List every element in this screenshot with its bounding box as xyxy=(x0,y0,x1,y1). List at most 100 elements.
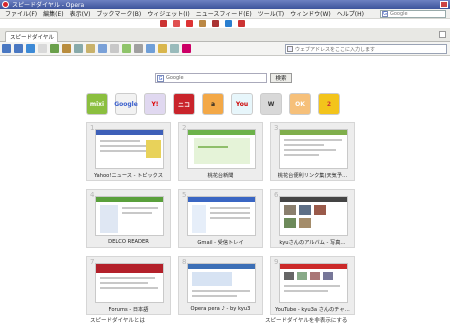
speed-dial-page: G Google 検索 mixi Google Y! ニコ a You W OK… xyxy=(0,57,450,327)
menu-help[interactable]: ヘルプ(H) xyxy=(334,9,367,18)
menu-bookmarks[interactable]: ブックマーク(B) xyxy=(93,9,144,18)
dial-caption: Yahoo!ニュース - トピックス xyxy=(94,173,163,179)
opera-logo-icon xyxy=(2,1,9,8)
menu-tools[interactable]: ツール(T) xyxy=(255,9,287,18)
address-bar[interactable]: ウェブアドレスをここに入力します xyxy=(285,44,447,54)
menu-view[interactable]: 表示(V) xyxy=(67,9,94,18)
amazon-icon[interactable]: a xyxy=(202,93,224,115)
tool-icon-5[interactable] xyxy=(110,44,119,53)
dial-thumbnail xyxy=(95,196,164,236)
youtube-label: You xyxy=(235,100,249,108)
nico-icon[interactable]: ニコ xyxy=(173,93,195,115)
tray-icon-7[interactable] xyxy=(238,20,245,27)
menu-file[interactable]: ファイル(F) xyxy=(2,9,40,18)
dial-number: 8 xyxy=(182,258,187,266)
speed-dial-8[interactable]: 8 Opera pera ♪ - by kyu3 xyxy=(178,256,263,315)
tab-menu-button[interactable] xyxy=(439,31,446,38)
tool-icon-9[interactable] xyxy=(158,44,167,53)
gmail-icon[interactable] xyxy=(186,20,193,27)
speed-dial-4[interactable]: 4 DELCO READER xyxy=(86,189,171,248)
dial-number: 2 xyxy=(182,124,187,132)
menu-feeds[interactable]: ニュースフィード(E) xyxy=(193,9,255,18)
dial-number: 3 xyxy=(274,124,279,132)
mixi-label: mixi xyxy=(89,100,105,108)
wiki-icon[interactable]: W xyxy=(260,93,282,115)
tool-icon-3[interactable] xyxy=(86,44,95,53)
top-search-placeholder: Google xyxy=(390,11,408,17)
dial-thumbnail xyxy=(95,263,164,303)
dial-caption: Forums - 日本語 xyxy=(108,307,149,313)
tray-icon-2[interactable] xyxy=(173,20,180,27)
dial-caption: Gmail - 受信トレイ xyxy=(197,240,244,246)
tab-speed-dial[interactable]: スピードダイヤル xyxy=(5,31,58,42)
tool-icon-11[interactable] xyxy=(182,44,191,53)
close-window-button[interactable] xyxy=(440,1,448,8)
speed-dial-3[interactable]: 3 桃花台便利リンク集(天気予… xyxy=(270,122,355,181)
menu-window[interactable]: ウィンドウ(W) xyxy=(287,9,334,18)
google-search-icon: G xyxy=(382,11,388,17)
stop-icon[interactable] xyxy=(38,44,47,53)
dial-number: 1 xyxy=(90,124,95,132)
dial-number: 4 xyxy=(90,191,95,199)
google-label: Google xyxy=(114,100,138,108)
google-icon: G xyxy=(157,75,164,82)
tool-icon-4[interactable] xyxy=(98,44,107,53)
tray-icon-6[interactable] xyxy=(225,20,232,27)
about-speed-dial-link[interactable]: スピードダイヤルとは xyxy=(90,316,145,324)
speed-dial-7[interactable]: 7 Forums - 日本語 xyxy=(86,256,171,315)
speed-dial-9[interactable]: 9 YouTube - kyu3a さんのチャ… xyxy=(270,256,355,315)
forward-icon[interactable] xyxy=(14,44,23,53)
speed-dial-2[interactable]: 2 桃花台新聞 xyxy=(178,122,263,181)
dial-thumbnail xyxy=(187,263,256,303)
dial-number: 5 xyxy=(182,191,187,199)
tray-icon-5[interactable] xyxy=(212,20,219,27)
tray-icon-1[interactable] xyxy=(160,20,167,27)
top-search-input[interactable]: G Google xyxy=(380,10,446,18)
dial-caption: Opera pera ♪ - by kyu3 xyxy=(190,306,251,312)
speed-dial-grid: 1 Yahoo!ニュース - トピックス 2 桃花台新聞 3 桃花台便利リンク集… xyxy=(86,122,356,318)
speed-dial-search-input[interactable]: G Google xyxy=(155,73,267,83)
two-ch-label: 2 xyxy=(326,100,332,108)
mixi-icon[interactable]: mixi xyxy=(86,93,108,115)
search-placeholder: Google xyxy=(166,75,184,81)
menu-widgets[interactable]: ウィジェット(I) xyxy=(144,9,192,18)
dial-thumbnail xyxy=(95,129,164,169)
speed-dial-5[interactable]: 5 Gmail - 受信トレイ xyxy=(178,189,263,248)
nico-label: ニコ xyxy=(177,101,190,109)
speed-dial-1[interactable]: 1 Yahoo!ニュース - トピックス xyxy=(86,122,171,181)
dial-caption: 桃花台新聞 xyxy=(207,173,234,179)
dial-thumbnail xyxy=(279,263,348,303)
google-icon[interactable]: Google xyxy=(114,93,138,115)
hide-speed-dial-link[interactable]: スピードダイヤルを非表示にする xyxy=(265,316,347,324)
dial-caption: kyuさんのアルバム - 写真… xyxy=(279,240,346,246)
window-title: スピードダイヤル - Opera xyxy=(12,2,85,9)
search-button[interactable]: 検索 xyxy=(270,73,292,83)
tool-icon-8[interactable] xyxy=(146,44,155,53)
tool-icon-6[interactable] xyxy=(122,44,131,53)
tool-icon-10[interactable] xyxy=(170,44,179,53)
amazon-label: a xyxy=(210,100,216,108)
tool-icon-7[interactable] xyxy=(134,44,143,53)
dial-caption: DELCO READER xyxy=(108,239,149,245)
speed-dial-6[interactable]: 6 kyuさんのアルバム - 写真… xyxy=(270,189,355,248)
dial-number: 6 xyxy=(274,191,279,199)
dial-number: 7 xyxy=(90,258,95,266)
youtube-icon[interactable]: You xyxy=(231,93,253,115)
home-icon[interactable] xyxy=(50,44,59,53)
two-ch-icon[interactable]: 2 xyxy=(318,93,340,115)
back-icon[interactable] xyxy=(2,44,11,53)
yahoo-icon[interactable]: Y! xyxy=(144,93,166,115)
tab-bar: スピードダイヤル xyxy=(0,28,450,42)
tray-icon-4[interactable] xyxy=(199,20,206,27)
yahoo-label: Y! xyxy=(151,100,159,108)
dial-thumbnail xyxy=(187,196,256,236)
tool-icon-1[interactable] xyxy=(62,44,71,53)
reload-icon[interactable] xyxy=(26,44,35,53)
status-icon-tray xyxy=(160,19,245,28)
tab-label: スピードダイヤル xyxy=(10,35,54,41)
okwave-icon[interactable]: OK xyxy=(289,93,311,115)
menu-edit[interactable]: 編集(E) xyxy=(40,9,66,18)
dial-caption: YouTube - kyu3a さんのチャ… xyxy=(275,307,350,313)
wiki-label: W xyxy=(267,100,275,108)
tool-icon-2[interactable] xyxy=(74,44,83,53)
